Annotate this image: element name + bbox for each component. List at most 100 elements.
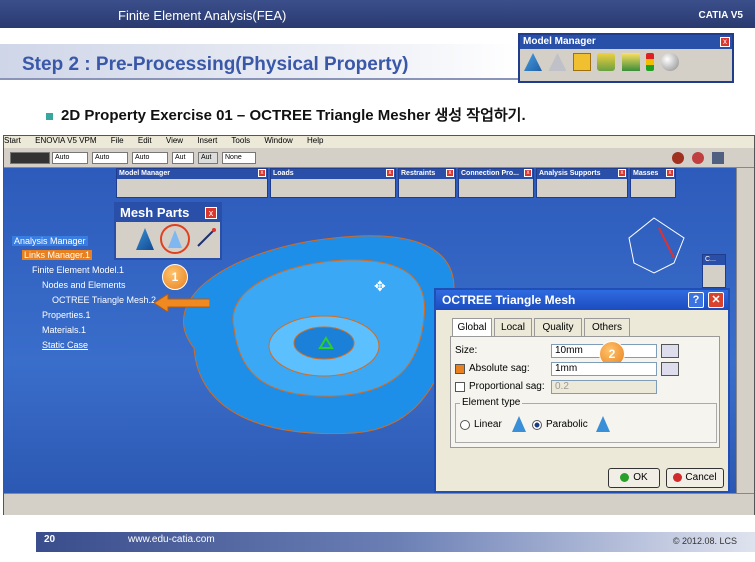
linear-radio[interactable] bbox=[460, 420, 470, 430]
property-icon[interactable] bbox=[597, 53, 616, 71]
menu-insert[interactable]: Insert bbox=[197, 136, 217, 145]
mesh-part-icon[interactable] bbox=[548, 53, 567, 71]
traffic-light-icon[interactable] bbox=[646, 53, 655, 71]
element-type-group: Element type Linear Parabolic bbox=[455, 397, 717, 443]
bullet-text-kr: 생성 작업하기. bbox=[430, 107, 526, 124]
menu-enovia[interactable]: ENOVIA V5 VPM bbox=[35, 136, 96, 145]
right-toolbar bbox=[736, 168, 754, 493]
model-manager-toolbar: Model Manager x bbox=[116, 168, 268, 198]
tree-materials[interactable]: Materials.1 bbox=[42, 325, 86, 335]
tab-global[interactable]: Global bbox=[452, 318, 492, 338]
toolbar-title: Connection Pro... bbox=[459, 169, 533, 179]
bottom-toolbar bbox=[4, 493, 754, 515]
element-type-label: Element type bbox=[460, 397, 523, 408]
dialog-title: OCTREE Triangle Mesh bbox=[436, 290, 728, 310]
size-stepper-icon[interactable] bbox=[661, 344, 679, 358]
close-icon[interactable]: x bbox=[618, 169, 626, 177]
tree-links-manager[interactable]: Links Manager.1 bbox=[22, 250, 93, 260]
cube-icon[interactable] bbox=[572, 53, 591, 71]
absolute-sag-checkbox[interactable] bbox=[455, 364, 465, 374]
close-icon[interactable]: x bbox=[258, 169, 266, 177]
website: www.edu-catia.com bbox=[128, 534, 215, 545]
beam-mesher-icon[interactable] bbox=[196, 228, 216, 248]
octree-triangle-mesher-button[interactable] bbox=[160, 224, 190, 254]
cancel-button[interactable]: Cancel bbox=[666, 468, 724, 488]
sphere-icon[interactable] bbox=[660, 53, 679, 71]
layers-icon[interactable] bbox=[621, 53, 640, 71]
menu-start[interactable]: Start bbox=[4, 136, 21, 145]
cancel-label: Cancel bbox=[685, 472, 717, 483]
menu-edit[interactable]: Edit bbox=[138, 136, 152, 145]
callout-1: 1 bbox=[162, 264, 188, 290]
close-icon[interactable]: x bbox=[666, 169, 674, 177]
linetype-combo[interactable]: Auto bbox=[52, 152, 88, 164]
absolute-sag-label: Absolute sag: bbox=[469, 363, 530, 374]
tab-others[interactable]: Others bbox=[584, 318, 630, 336]
layer-name-combo[interactable]: None bbox=[222, 152, 256, 164]
move-cursor-icon: ✥ bbox=[374, 278, 386, 294]
parabolic-radio[interactable] bbox=[532, 420, 542, 430]
close-icon[interactable]: x bbox=[446, 169, 454, 177]
layer-combo[interactable]: Aut bbox=[198, 152, 218, 164]
close-icon[interactable]: x bbox=[386, 169, 394, 177]
header-title: Finite Element Analysis(FEA) bbox=[118, 8, 287, 23]
help-button[interactable]: ? bbox=[688, 292, 704, 308]
masses-toolbar: Masses x bbox=[630, 168, 676, 198]
page-number: 20 bbox=[44, 534, 56, 545]
model-manager-title: Model Manager bbox=[520, 35, 732, 49]
menu-help[interactable]: Help bbox=[307, 136, 323, 145]
tab-local[interactable]: Local bbox=[494, 318, 532, 336]
color-combo[interactable] bbox=[10, 152, 50, 164]
mesh-parts-toolbar: Mesh Parts x bbox=[114, 202, 222, 260]
ok-icon bbox=[620, 472, 630, 482]
restraints-toolbar: Restraints x bbox=[398, 168, 456, 198]
tree-fe-model[interactable]: Finite Element Model.1 bbox=[32, 265, 124, 275]
advanced-surface-mesher-icon[interactable] bbox=[136, 228, 154, 250]
tree-properties[interactable]: Properties.1 bbox=[42, 310, 91, 320]
tree-analysis-manager[interactable]: Analysis Manager bbox=[12, 236, 88, 246]
menu-file[interactable]: File bbox=[111, 136, 124, 145]
copyright: © 2012.08. LCS bbox=[672, 536, 737, 546]
proportional-sag-checkbox[interactable] bbox=[455, 382, 465, 392]
close-icon[interactable]: x bbox=[205, 207, 217, 219]
brush-icon[interactable] bbox=[672, 152, 684, 164]
step-bar: Step 2 : Pre-Processing(Physical Propert… bbox=[0, 44, 520, 80]
linear-triangle-icon bbox=[512, 416, 526, 432]
linear-label: Linear bbox=[474, 419, 502, 430]
absolute-sag-field[interactable]: 1mm bbox=[551, 362, 657, 376]
tree-octree-mesh[interactable]: OCTREE Triangle Mesh.2 bbox=[52, 295, 156, 305]
proportional-sag-label: Proportional sag: bbox=[469, 381, 545, 392]
transparency-combo[interactable]: Auto bbox=[132, 152, 168, 164]
mesh-icon[interactable] bbox=[524, 53, 542, 71]
point-combo[interactable]: Aut bbox=[172, 152, 194, 164]
size-label: Size: bbox=[455, 345, 478, 356]
close-icon[interactable]: x bbox=[720, 37, 730, 47]
menu-tools[interactable]: Tools bbox=[231, 136, 250, 145]
tree-nodes-elements[interactable]: Nodes and Elements bbox=[42, 280, 126, 290]
menu-view[interactable]: View bbox=[166, 136, 183, 145]
abs-sag-stepper-icon[interactable] bbox=[661, 362, 679, 376]
mini-toolbar-title: C... bbox=[703, 255, 725, 265]
grid-icon[interactable] bbox=[712, 152, 724, 164]
ok-button[interactable]: OK bbox=[608, 468, 660, 488]
toolbar-title: Loads bbox=[271, 169, 395, 179]
ok-label: OK bbox=[633, 472, 648, 483]
proportional-sag-field: 0.2 bbox=[551, 380, 657, 394]
bullet-icon bbox=[46, 112, 53, 120]
thickness-combo[interactable]: Auto bbox=[92, 152, 128, 164]
tab-quality[interactable]: Quality bbox=[534, 318, 582, 336]
toolbar-title: Analysis Supports bbox=[537, 169, 627, 179]
close-button[interactable]: ✕ bbox=[708, 292, 724, 308]
tree-static-case[interactable]: Static Case bbox=[42, 340, 88, 350]
global-panel: Size: 10mm 2 Absolute sag: 1mm Proportio… bbox=[450, 336, 720, 448]
header-right: CATIA V5 bbox=[698, 10, 743, 21]
arrow-icon bbox=[153, 293, 211, 313]
record-icon[interactable] bbox=[692, 152, 704, 164]
menu-window[interactable]: Window bbox=[264, 136, 292, 145]
slide-footer: 20 www.edu-catia.com © 2012.08. LCS bbox=[0, 518, 755, 562]
triangle-mesh-icon bbox=[168, 230, 182, 248]
slide-header: Finite Element Analysis(FEA) CATIA V5 bbox=[0, 0, 755, 28]
close-icon[interactable]: x bbox=[524, 169, 532, 177]
cancel-icon bbox=[673, 472, 683, 482]
parabolic-triangle-icon bbox=[596, 416, 610, 432]
